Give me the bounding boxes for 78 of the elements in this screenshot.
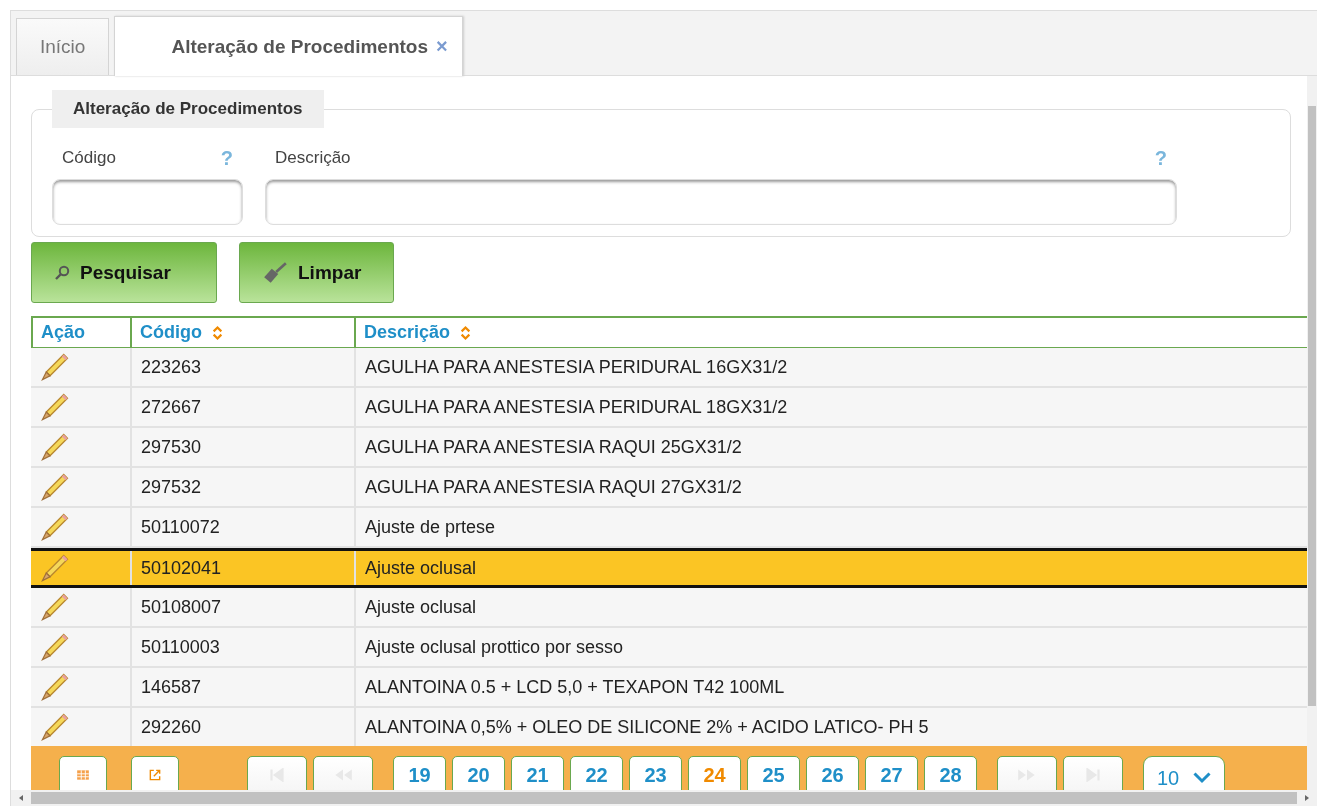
clear-button[interactable]: Limpar: [239, 242, 394, 303]
pencil-icon[interactable]: [40, 432, 70, 462]
page-button[interactable]: 24: [688, 756, 741, 790]
field-label: Código: [62, 148, 116, 168]
help-link[interactable]: ?: [1154, 146, 1167, 170]
chevron-down-icon: [1193, 772, 1212, 784]
page-button[interactable]: 28: [924, 756, 977, 790]
horizontal-scrollbar[interactable]: [11, 790, 1317, 806]
table-cell-text: AGULHA PARA ANESTESIA PERIDURAL 16GX31/2: [364, 355, 789, 379]
panel-title: Alteração de Procedimentos: [52, 90, 324, 128]
table-row[interactable]: 292260 ALANTOINA 0,5% + OLEO DE SILICONE 2% + ACIDO LATICO- PH 5: [31, 708, 1307, 748]
pencil-icon[interactable]: [40, 392, 70, 422]
close-icon[interactable]: ×: [436, 35, 448, 58]
field-label: Descrição: [275, 148, 351, 168]
table-cell-text: AGULHA PARA ANESTESIA RAQUI 25GX31/2: [364, 435, 743, 459]
table-cell: 50102041: [132, 551, 356, 585]
table-cell: 223263: [132, 348, 356, 386]
table-cell: 297532: [132, 468, 356, 506]
table-cell-text: ALANTOINA 0,5% + OLEO DE SILICONE 2% + ACIDO LATICO- PH 5: [364, 715, 930, 739]
external-link-icon: [148, 768, 162, 782]
pencil-icon[interactable]: [40, 712, 70, 742]
scroll-right-icon[interactable]: [1303, 794, 1311, 802]
table-row[interactable]: 297530 AGULHA PARA ANESTESIA RAQUI 25GX31/2: [31, 428, 1307, 468]
table-row[interactable]: 50108007 Ajuste oclusal: [31, 588, 1307, 628]
table-row[interactable]: 272667 AGULHA PARA ANESTESIA PERIDURAL 18GX31/2: [31, 388, 1307, 428]
page-button[interactable]: 26: [806, 756, 859, 790]
page-button[interactable]: 27: [865, 756, 918, 790]
broom-icon: [262, 261, 288, 284]
table-cell-text: Ajuste de prtese: [364, 515, 497, 539]
next-page-button[interactable]: [997, 756, 1057, 790]
table-cell-text: AGULHA PARA ANESTESIA PERIDURAL 18GX31/2: [364, 395, 789, 419]
table-cell-text: ALANTOINA 0.5 + LCD 5,0 + TEXAPON T42 100ML: [364, 675, 786, 699]
pencil-icon[interactable]: [40, 672, 70, 702]
table-cell: 146587: [132, 668, 356, 706]
table-cell: 50108007: [132, 588, 356, 626]
table-cell-text: Ajuste oclusal: [364, 556, 478, 580]
help-link[interactable]: ?: [220, 146, 233, 170]
table-cell-text: AGULHA PARA ANESTESIA RAQUI 27GX31/2: [364, 475, 743, 499]
table-row[interactable]: 297532 AGULHA PARA ANESTESIA RAQUI 27GX31/2: [31, 468, 1307, 508]
pencil-icon[interactable]: [40, 352, 70, 382]
page-button[interactable]: 19: [393, 756, 446, 790]
scroll-left-icon[interactable]: [17, 794, 25, 802]
page-size-select[interactable]: 10: [1143, 756, 1225, 790]
table-cell: 297530: [132, 428, 356, 466]
search-button[interactable]: Pesquisar: [31, 242, 217, 303]
table-cell-text: Ajuste oclusal prottico por sesso: [364, 635, 625, 659]
table-row[interactable]: 50110003 Ajuste oclusal prottico por sesso: [31, 628, 1307, 668]
export-button[interactable]: [131, 756, 179, 790]
sort-icon[interactable]: [460, 324, 472, 341]
vertical-scrollbar[interactable]: [1307, 76, 1317, 790]
page-button[interactable]: 25: [747, 756, 800, 790]
pencil-icon[interactable]: [40, 553, 70, 583]
grid-icon: [76, 768, 90, 782]
pencil-icon[interactable]: [40, 472, 70, 502]
page-button[interactable]: 23: [629, 756, 682, 790]
tab[interactable]: Alteração de Procedimentos ×: [114, 16, 463, 76]
input-field[interactable]: [265, 179, 1177, 225]
table-row[interactable]: 146587 ALANTOINA 0.5 + LCD 5,0 + TEXAPON T42 100ML: [31, 668, 1307, 708]
tab[interactable]: Início: [16, 18, 110, 75]
search-icon: [54, 264, 70, 281]
sort-icon[interactable]: [212, 324, 223, 341]
column-header[interactable]: Descrição: [356, 318, 1307, 347]
table-cell: 50110003: [132, 628, 356, 666]
table-row[interactable]: 50110072 Ajuste de prtese: [31, 508, 1307, 548]
page-button[interactable]: 20: [452, 756, 505, 790]
input-field[interactable]: [52, 179, 243, 225]
page-button[interactable]: 22: [570, 756, 623, 790]
pencil-icon[interactable]: [40, 592, 70, 622]
page-button[interactable]: 21: [511, 756, 564, 790]
table-row[interactable]: 50102041 Ajuste oclusal: [31, 548, 1307, 588]
pencil-icon[interactable]: [40, 512, 70, 542]
pencil-icon[interactable]: [40, 632, 70, 662]
last-page-button[interactable]: [1063, 756, 1123, 790]
table-row[interactable]: 223263 AGULHA PARA ANESTESIA PERIDURAL 16GX31/2: [31, 348, 1307, 388]
table-cell-text: Ajuste oclusal: [364, 595, 478, 619]
table-cell: 50110072: [132, 508, 356, 546]
table-cell: 272667: [132, 388, 356, 426]
grid-button[interactable]: [59, 756, 107, 790]
